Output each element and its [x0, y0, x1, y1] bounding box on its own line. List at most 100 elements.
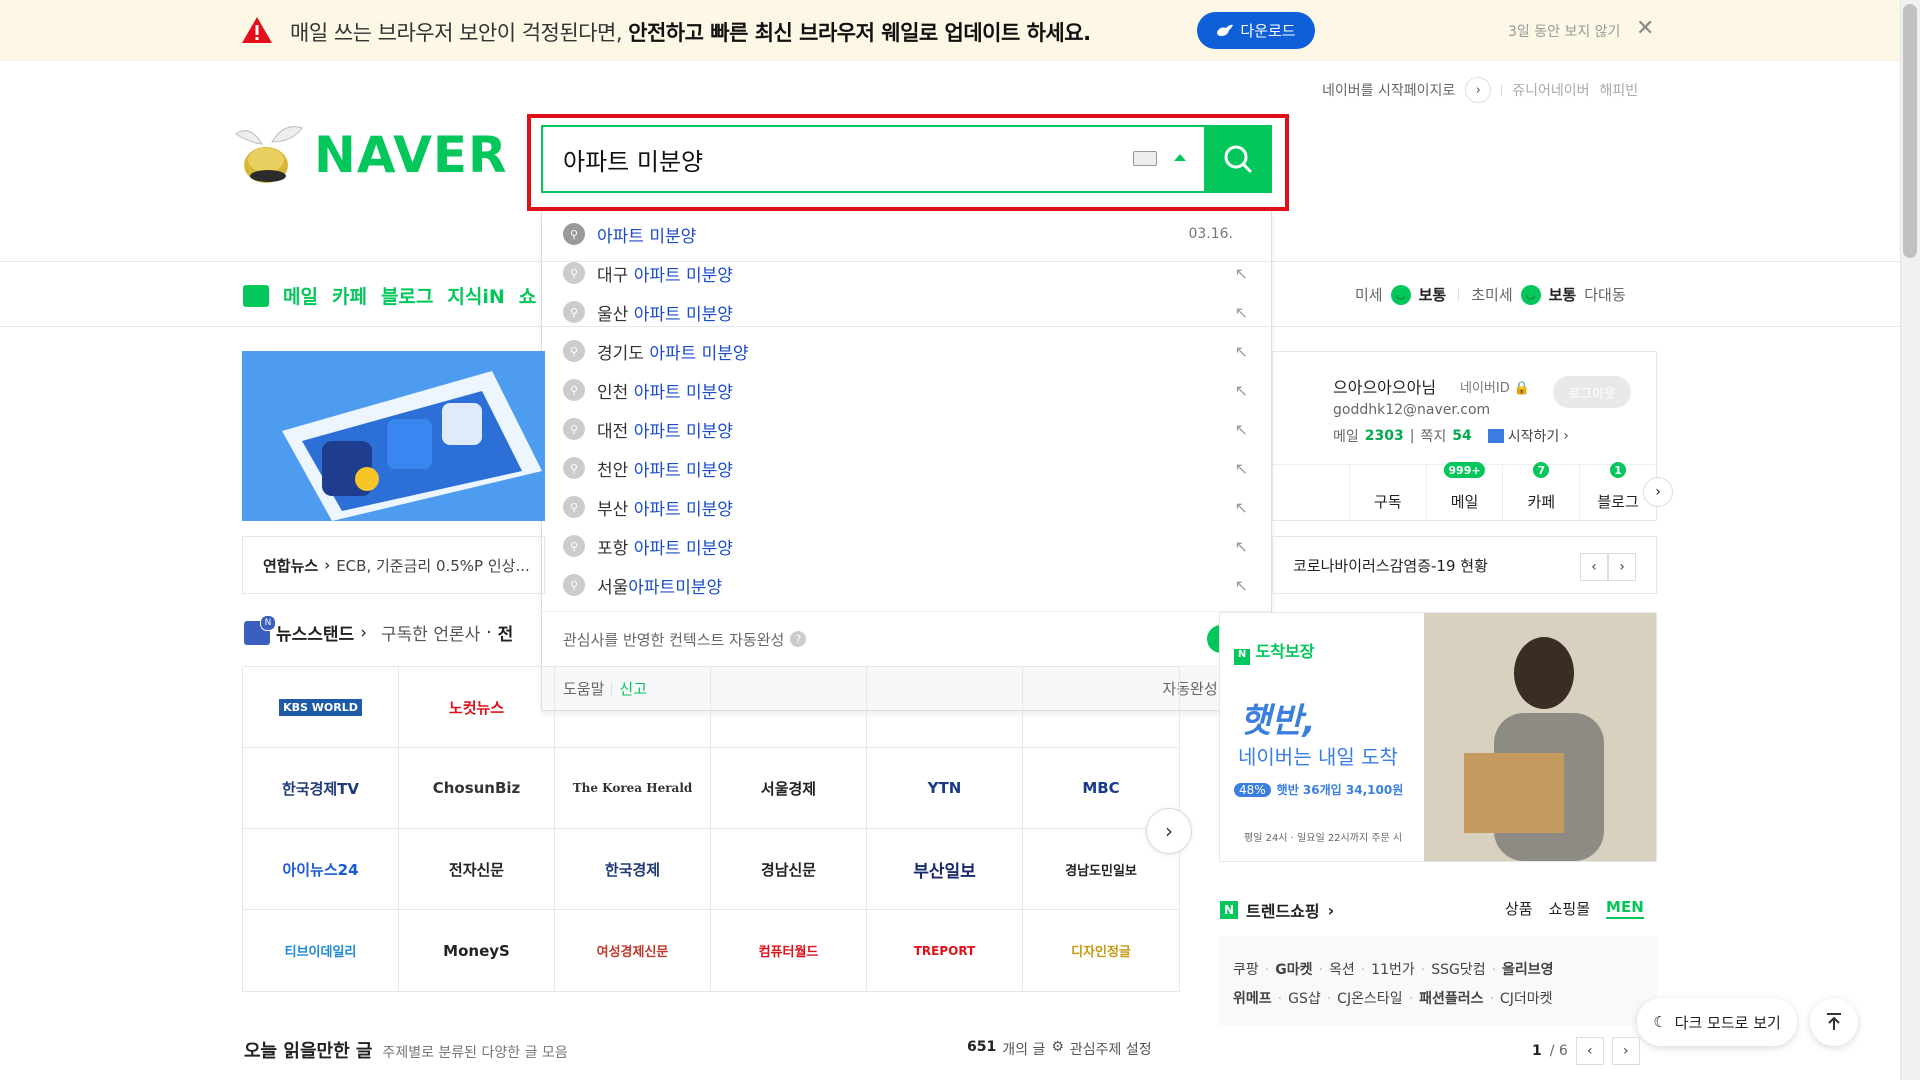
login-tab[interactable]: 7 카페 — [1503, 461, 1581, 522]
search-input[interactable] — [543, 127, 1203, 191]
happybean-link[interactable]: 해피빈 — [1600, 80, 1639, 100]
press-logo[interactable]: ChosunBiz — [399, 748, 555, 829]
autocomplete-toggle-icon[interactable] — [1174, 154, 1186, 161]
help-icon[interactable]: ? — [790, 631, 807, 647]
junior-naver-link[interactable]: 쥬니어네이버 — [1512, 80, 1589, 100]
shop-link[interactable]: 패션플러스 — [1419, 991, 1483, 1007]
nav-shopping[interactable]: 쇼 — [519, 282, 536, 309]
suggestion-item[interactable]: ⚲ 대전 아파트 미분양 ↖ — [563, 410, 1253, 448]
note-label[interactable]: 쪽지 — [1420, 426, 1446, 446]
login-tab[interactable]: 999+ 메일 — [1427, 461, 1504, 522]
shop-link[interactable]: 11번가 — [1371, 962, 1415, 978]
suggestion-item[interactable]: ⚲ 아파트 미분양 03.16. — [563, 215, 1253, 253]
tabs-next-button[interactable]: › — [1643, 477, 1673, 507]
press-logo[interactable] — [867, 667, 1023, 748]
interest-setting-link[interactable]: 관심주제 설정 — [1070, 1039, 1152, 1059]
nav-cafe[interactable]: 카페 — [332, 282, 367, 309]
shop-link[interactable]: 옥션 — [1329, 962, 1355, 978]
mail-icon[interactable] — [243, 284, 269, 307]
set-startpage-link[interactable]: 네이버를 시작페이지로 — [1322, 80, 1455, 100]
nav-blog[interactable]: 블로그 — [381, 282, 433, 309]
nav-mail[interactable]: 메일 — [283, 282, 318, 309]
tab-men[interactable]: MEN — [1606, 898, 1644, 919]
arrow-up-left-icon[interactable]: ↖ — [1235, 498, 1248, 517]
press-logo[interactable]: 부산일보 — [867, 829, 1023, 910]
air-quality[interactable]: 미세 ◡ 보통 초미세 ◡ 보통 다대동 — [1355, 284, 1626, 305]
shop-link[interactable]: 위메프 — [1233, 991, 1272, 1007]
nickname[interactable]: 으아으아으아님 — [1333, 374, 1436, 398]
press-logo[interactable]: 티브이데일리 — [243, 910, 399, 991]
banner-ad[interactable] — [242, 351, 545, 521]
login-tab[interactable]: 구독 — [1350, 465, 1427, 522]
suggestion-item[interactable]: ⚲ 부산 아파트 미분양 ↖ — [563, 488, 1253, 526]
press-logo[interactable]: 경남신문 — [711, 829, 867, 910]
press-logo[interactable] — [555, 667, 711, 748]
tab-malls[interactable]: 쇼핑몰 — [1549, 898, 1590, 919]
shop-link[interactable]: SSG닷컴 — [1431, 962, 1485, 978]
news-ticker[interactable]: 연합뉴스 › ECB, 기준금리 0.5%P 인상... — [242, 536, 545, 594]
keyboard-icon[interactable] — [1133, 151, 1157, 166]
suggestion-item[interactable]: ⚲ 천안 아파트 미분양 ↖ — [563, 449, 1253, 487]
arrow-up-left-icon[interactable]: ↖ — [1235, 459, 1248, 478]
suggestion-item[interactable]: ⚲ 대구 아파트 미분양 ↖ — [563, 254, 1253, 292]
covid-status[interactable]: 코로나바이러스감염증-19 현황 ‹ › — [1272, 536, 1657, 594]
shop-link[interactable]: G마켓 — [1275, 962, 1312, 978]
gear-icon[interactable]: ⚙ — [1051, 1039, 1064, 1059]
next-button[interactable]: › — [1611, 1037, 1640, 1065]
shop-link[interactable]: CJ온스타일 — [1337, 991, 1402, 1007]
scroll-top-button[interactable] — [1810, 998, 1858, 1046]
prev-button[interactable]: ‹ — [1575, 1037, 1604, 1065]
press-logo[interactable]: 전자신문 — [399, 829, 555, 910]
prev-button[interactable]: ‹ — [1580, 553, 1608, 581]
login-tab[interactable] — [1273, 465, 1350, 522]
hide-3days-link[interactable]: 3일 동안 보지 않기 — [1508, 21, 1620, 41]
nav-kin[interactable]: 지식iN — [447, 282, 504, 309]
arrow-up-left-icon[interactable]: ↖ — [1235, 303, 1248, 322]
dark-mode-button[interactable]: ☾ 다크 모드로 보기 — [1637, 998, 1797, 1046]
start-link[interactable]: 시작하기 › — [1487, 426, 1569, 446]
all-press-link[interactable]: 전 — [498, 620, 514, 645]
suggestion-item[interactable]: ⚲ 경기도 아파트 미분양 ↖ — [563, 332, 1253, 370]
arrow-up-left-icon[interactable]: ↖ — [1235, 420, 1248, 439]
press-logo[interactable]: KBS WORLD — [243, 667, 399, 748]
close-icon[interactable]: ✕ — [1636, 18, 1654, 40]
next-button[interactable]: › — [1608, 553, 1636, 581]
press-logo[interactable]: 한국경제 — [555, 829, 711, 910]
mail-count[interactable]: 2303 — [1365, 428, 1404, 444]
press-logo[interactable] — [711, 667, 867, 748]
shopping-ad[interactable]: N 도착보장 햇반, 네이버는 내일 도착 48% 햇반 36개입 34,100원… — [1219, 612, 1657, 862]
suggestion-item[interactable]: ⚲ 인천 아파트 미분양 ↖ — [563, 371, 1253, 409]
press-logo[interactable]: 컴퓨터월드 — [711, 910, 867, 991]
shop-link[interactable]: 올리브영 — [1502, 962, 1554, 978]
press-logo[interactable]: 서울경제 — [711, 748, 867, 829]
shop-link[interactable]: CJ더마켓 — [1500, 991, 1553, 1007]
subscribed-press-link[interactable]: 구독한 언론사 — [381, 620, 480, 645]
shop-link[interactable]: GS샵 — [1288, 991, 1321, 1007]
press-logo[interactable]: 여성경제신문 — [555, 910, 711, 991]
mail-label[interactable]: 메일 — [1333, 426, 1359, 446]
press-logo[interactable]: YTN — [867, 748, 1023, 829]
naver-mascot-icon[interactable] — [232, 120, 304, 186]
press-logo[interactable]: 한국경제TV — [243, 748, 399, 829]
suggestion-item[interactable]: ⚲ 포항 아파트 미분양 ↖ — [563, 527, 1253, 565]
arrow-up-left-icon[interactable]: ↖ — [1235, 342, 1248, 361]
press-logo[interactable]: The Korea Herald — [555, 748, 711, 829]
next-page-button[interactable]: › — [1146, 808, 1192, 854]
arrow-up-left-icon[interactable]: ↖ — [1235, 576, 1248, 595]
press-logo[interactable]: 디자인정글 — [1023, 910, 1179, 991]
suggestion-item[interactable]: ⚲ 서울 아파트미분양 ↖ — [563, 566, 1253, 604]
naver-logo[interactable]: NAVER — [314, 130, 508, 180]
arrow-up-left-icon[interactable]: ↖ — [1235, 537, 1248, 556]
chevron-right-icon[interactable]: › — [1465, 77, 1492, 103]
arrow-up-left-icon[interactable]: ↖ — [1235, 381, 1248, 400]
note-count[interactable]: 54 — [1452, 428, 1471, 444]
search-button[interactable] — [1204, 127, 1272, 191]
press-logo[interactable]: 아이뉴스24 — [243, 829, 399, 910]
shop-link[interactable]: 쿠팡 — [1233, 962, 1259, 978]
logout-button[interactable]: 로그아웃 — [1553, 376, 1631, 408]
scrollbar-thumb[interactable] — [1903, 4, 1917, 258]
download-button[interactable]: 다운로드 — [1197, 12, 1315, 49]
trend-shopping-header[interactable]: N 트렌드쇼핑 › — [1220, 898, 1334, 922]
press-logo[interactable] — [1023, 667, 1179, 748]
newsstand-title[interactable]: 뉴스스탠드 — [276, 620, 354, 645]
